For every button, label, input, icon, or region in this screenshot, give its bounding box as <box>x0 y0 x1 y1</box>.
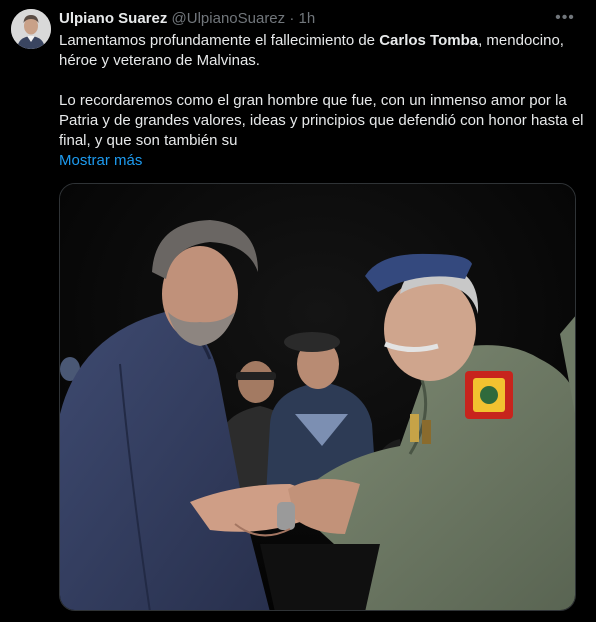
avatar[interactable] <box>11 9 51 49</box>
timestamp[interactable]: 1h <box>299 10 316 27</box>
tweet[interactable]: Ulpiano Suarez @UlpianoSuarez · 1h ••• L… <box>0 0 596 622</box>
tweet-photo[interactable] <box>59 183 576 611</box>
ellipsis-icon[interactable]: ••• <box>555 8 575 28</box>
tweet-header: Ulpiano Suarez @UlpianoSuarez · 1h <box>59 10 315 28</box>
separator-dot: · <box>289 10 295 27</box>
text-line1-bold: Carlos Tomba <box>379 32 479 49</box>
author-handle[interactable]: @UlpianoSuarez <box>172 10 286 27</box>
author-name[interactable]: Ulpiano Suarez <box>59 10 167 27</box>
tweet-paragraph-1: Lamentamos profundamente el fallecimient… <box>59 31 589 71</box>
text-line1-prefix: Lamentamos profundamente el fallecimient… <box>59 32 380 49</box>
tweet-paragraph-2: Lo recordaremos como el gran hombre que … <box>59 92 584 149</box>
show-more-link[interactable]: Mostrar más <box>59 151 142 171</box>
tweet-text: Lamentamos profundamente el fallecimient… <box>59 31 589 151</box>
